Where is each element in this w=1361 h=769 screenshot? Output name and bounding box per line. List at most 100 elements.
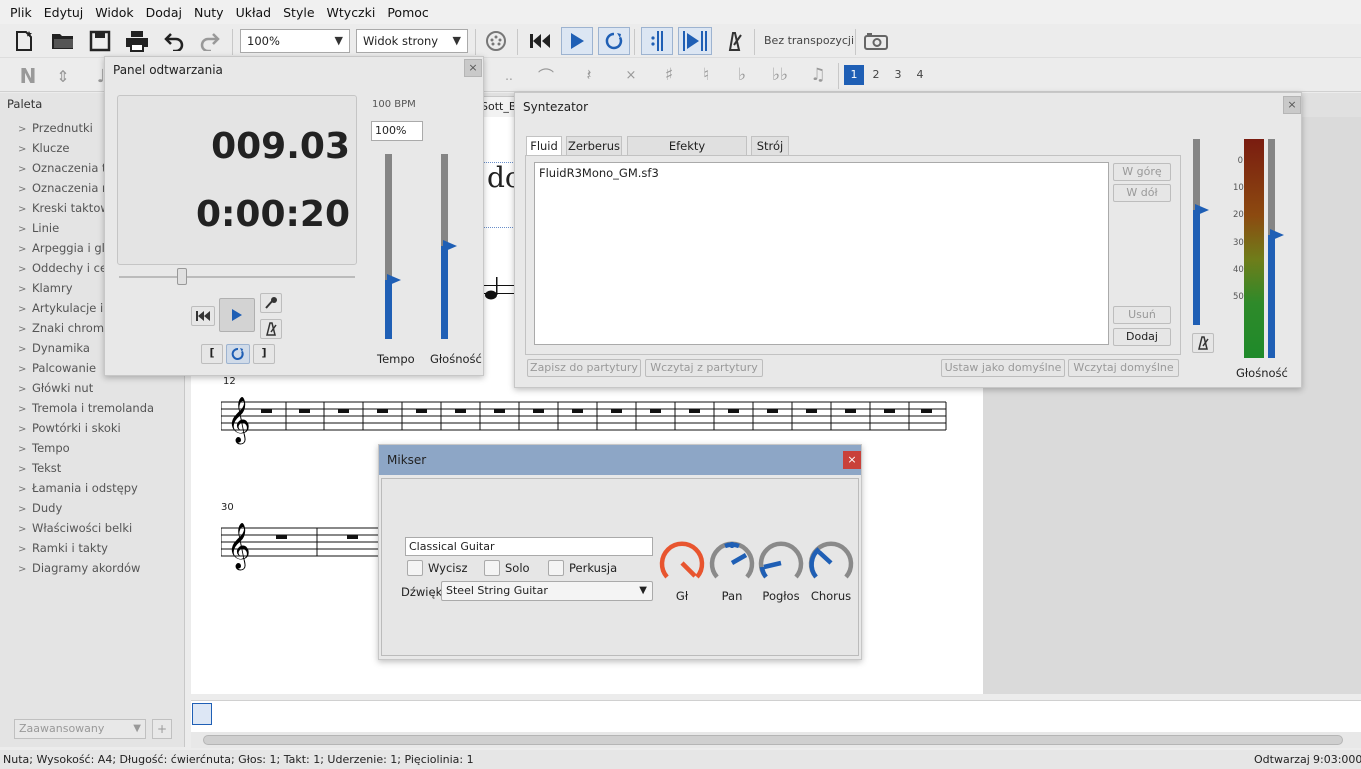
voice-1-button[interactable]: 1 [844, 65, 864, 85]
palette-item[interactable]: > Powtórki i skoki [18, 421, 121, 435]
soundfont-list[interactable]: FluidR3Mono_GM.sf3 [534, 162, 1109, 345]
transpose-label[interactable]: Bez transpozycji [764, 34, 854, 47]
palette-item[interactable]: > Przednutki [18, 121, 93, 135]
staff-system[interactable]: 𝄞 [221, 515, 381, 577]
voice-3-button[interactable]: 3 [888, 65, 908, 85]
soundfont-list-item[interactable]: FluidR3Mono_GM.sf3 [539, 166, 659, 180]
play-button[interactable] [561, 27, 593, 55]
remove-soundfont-button[interactable]: Usuń [1113, 306, 1171, 324]
voice-4-button[interactable]: 4 [910, 65, 930, 85]
mute-checkbox[interactable] [407, 560, 423, 576]
master-volume-handle[interactable] [1270, 228, 1286, 242]
sharp-icon[interactable]: ♯ [660, 62, 678, 88]
play-button[interactable] [219, 298, 255, 332]
undo-icon[interactable] [161, 28, 187, 54]
close-icon[interactable]: × [464, 59, 482, 77]
loop-toggle-button[interactable] [226, 344, 250, 364]
sound-select[interactable]: Steel String Guitar ▼ [441, 581, 653, 601]
load-default-button[interactable]: Wczytaj domyślne [1068, 359, 1179, 377]
staff-system[interactable]: 𝄞 [221, 389, 951, 451]
tempo-slider-handle[interactable] [387, 273, 403, 287]
synth-metronome-button[interactable] [1192, 333, 1214, 353]
augmentation-dot-icon[interactable]: .. [500, 64, 518, 88]
part-name-input[interactable]: Classical Guitar [405, 537, 653, 556]
menu-layout[interactable]: Układ [230, 5, 278, 20]
tie-icon[interactable]: ⌒ [535, 62, 557, 88]
flip-direction-icon[interactable]: ♫ [806, 62, 830, 88]
palette-item[interactable]: > Tempo [18, 441, 70, 455]
palette-item[interactable]: > Główki nut [18, 381, 93, 395]
view-mode-select[interactable]: Widok strony ▼ [356, 29, 468, 53]
horizontal-scrollbar[interactable] [191, 732, 1361, 748]
move-up-button[interactable]: W górę [1113, 163, 1171, 181]
close-icon[interactable]: × [1283, 96, 1301, 114]
rewind-button[interactable] [524, 27, 556, 55]
natural-icon[interactable]: ♮ [697, 62, 715, 88]
solo-checkbox[interactable] [484, 560, 500, 576]
volume-slider[interactable] [441, 154, 457, 339]
chorus-knob[interactable] [806, 539, 856, 589]
palette-item[interactable]: > Klamry [18, 281, 73, 295]
save-to-score-button[interactable]: Zapisz do partytury [527, 359, 641, 377]
master-volume-slider[interactable] [1268, 139, 1284, 358]
palette-item[interactable]: > Dynamika [18, 341, 90, 355]
palette-item[interactable]: > Palcowanie [18, 361, 96, 375]
reverb-knob[interactable] [756, 539, 806, 589]
synth-volume-slider[interactable] [1193, 139, 1209, 325]
loop-button[interactable] [598, 27, 630, 55]
tab-tuning[interactable]: Strój [751, 136, 789, 156]
pan-score-button[interactable] [678, 27, 712, 55]
volume-knob[interactable] [657, 539, 707, 589]
loop-out-button[interactable]: ] [253, 344, 275, 364]
tab-fluid[interactable]: Fluid [526, 136, 562, 157]
synth-volume-handle[interactable] [1195, 203, 1211, 217]
menu-help[interactable]: Pomoc [381, 5, 434, 20]
save-icon[interactable] [87, 28, 113, 54]
flat-icon[interactable]: ♭ [733, 62, 751, 88]
midi-input-icon[interactable] [484, 29, 508, 53]
scrollbar-thumb[interactable] [203, 735, 1343, 745]
palette-item[interactable]: > Linie [18, 221, 59, 235]
menu-edit[interactable]: Edytuj [38, 5, 90, 20]
slider-handle[interactable] [177, 268, 187, 285]
add-workspace-button[interactable]: + [152, 719, 172, 739]
workspace-select[interactable]: Zaawansowany ▼ [14, 719, 146, 739]
metronome-button[interactable] [718, 27, 750, 55]
note-input-icon[interactable]: N [16, 64, 40, 88]
rewind-button[interactable] [191, 306, 215, 326]
menu-notes[interactable]: Nuty [188, 5, 230, 20]
tempo-percent-input[interactable]: 100% [371, 121, 423, 141]
palette-item[interactable]: > Właściwości belki [18, 521, 132, 535]
palette-item[interactable]: > Ramki i takty [18, 541, 108, 555]
voice-2-button[interactable]: 2 [866, 65, 886, 85]
tab-advanced-effects[interactable]: Efekty zaawansowane [627, 136, 747, 172]
move-down-button[interactable]: W dół [1113, 184, 1171, 202]
open-folder-icon[interactable] [50, 28, 76, 54]
metronome-button[interactable] [260, 319, 282, 339]
navigator-page-thumbnail[interactable] [192, 703, 212, 725]
new-file-icon[interactable] [12, 28, 38, 54]
palette-item[interactable]: > Łamania i odstępy [18, 481, 138, 495]
menu-add[interactable]: Dodaj [140, 5, 188, 20]
load-from-score-button[interactable]: Wczytaj z partytury [645, 359, 763, 377]
palette-item[interactable]: > Tremola i tremolanda [18, 401, 154, 415]
palette-item[interactable]: > Tekst [18, 461, 61, 475]
palette-item[interactable]: > Dudy [18, 501, 62, 515]
palette-item[interactable]: > Klucze [18, 141, 69, 155]
zoom-select[interactable]: 100% ▼ [240, 29, 350, 53]
set-as-default-button[interactable]: Ustaw jako domyślne [941, 359, 1065, 377]
palette-item[interactable]: > Diagramy akordów [18, 561, 140, 575]
menu-style[interactable]: Style [277, 5, 320, 20]
tab-zerberus[interactable]: Zerberus [566, 136, 622, 156]
drum-checkbox[interactable] [548, 560, 564, 576]
playback-position-slider[interactable] [119, 268, 355, 285]
double-sharp-icon[interactable]: × [622, 62, 640, 88]
close-icon[interactable]: × [843, 451, 861, 469]
print-icon[interactable] [124, 28, 150, 54]
note-entry-mode-icon[interactable]: ⇕ [54, 64, 72, 88]
volume-slider-handle[interactable] [443, 239, 459, 253]
loop-in-button[interactable]: [ [201, 344, 223, 364]
rest-icon[interactable]: 𝄽 [580, 62, 598, 88]
camera-icon[interactable] [863, 29, 889, 53]
menu-view[interactable]: Widok [89, 5, 139, 20]
